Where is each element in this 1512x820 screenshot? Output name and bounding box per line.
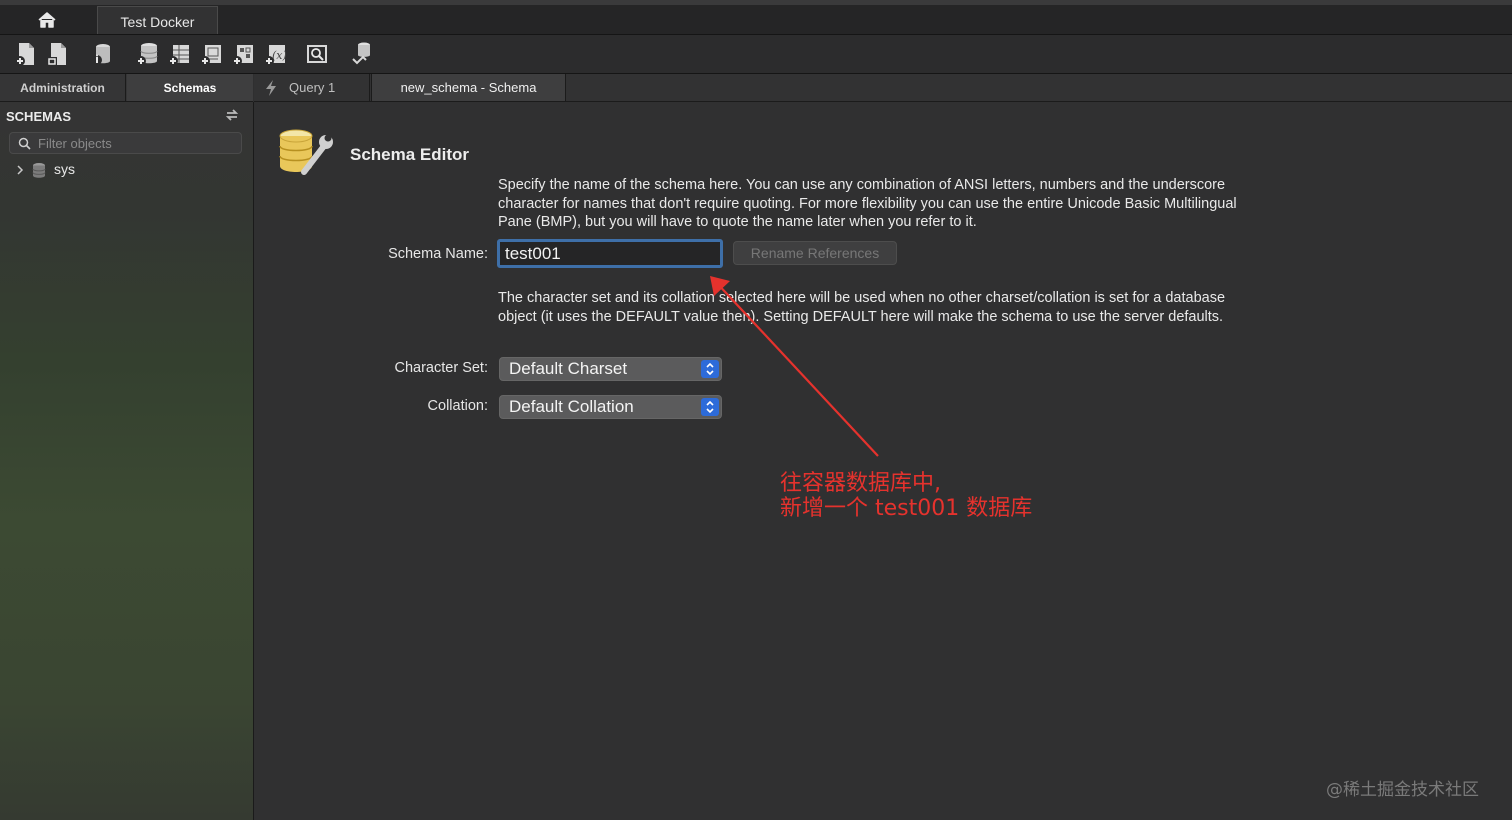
title-strip (0, 0, 1512, 5)
new-sql-tab-icon (15, 43, 34, 66)
tab-schema-label: new_schema - Schema (400, 80, 537, 95)
chevron-right-icon[interactable] (14, 163, 26, 177)
svg-text:(x): (x) (272, 49, 287, 62)
tab-schemas-label: Schemas (163, 81, 217, 95)
rename-references-button[interactable]: Rename References (733, 241, 897, 265)
create-function-button[interactable]: (x) (261, 39, 289, 69)
search-table-data-button[interactable] (303, 39, 331, 69)
annotation-line-1: 往容器数据库中, (780, 471, 941, 496)
tab-administration-label: Administration (20, 81, 105, 95)
character-set-value: Default Charset (509, 359, 628, 378)
home-button[interactable] (30, 8, 64, 32)
collation-select[interactable]: Default Collation (499, 395, 722, 419)
create-table-button[interactable] (165, 39, 193, 69)
open-sql-script-icon (47, 43, 66, 65)
connection-tab[interactable]: Test Docker (97, 6, 218, 34)
create-procedure-icon (232, 45, 253, 66)
create-procedure-button[interactable] (229, 39, 257, 69)
collation-value: Default Collation (509, 397, 634, 416)
schema-inspector-button[interactable] (88, 39, 116, 69)
search-icon (18, 137, 31, 150)
filter-box (9, 132, 242, 154)
schemas-sidebar: SCHEMAS sys (0, 102, 254, 820)
create-view-button[interactable] (197, 39, 225, 69)
page-title: Schema Editor (350, 145, 470, 164)
create-view-icon (200, 45, 221, 66)
open-sql-script-button[interactable] (44, 39, 72, 69)
schema-inspector-icon (92, 44, 110, 65)
refresh-icon (225, 109, 239, 121)
tab-new-schema[interactable]: new_schema - Schema (371, 74, 566, 101)
create-function-icon: (x) (264, 45, 287, 66)
lightning-icon (266, 80, 276, 96)
character-set-label: Character Set: (394, 360, 489, 376)
new-sql-tab-button[interactable] (12, 39, 40, 69)
schemas-header: SCHEMAS (6, 109, 72, 124)
tree-item-label: sys (54, 161, 75, 177)
character-set-select[interactable]: Default Charset (499, 357, 722, 381)
connection-tab-label: Test Docker (120, 14, 195, 30)
collation-label: Collation: (427, 398, 488, 414)
create-table-icon (168, 45, 189, 66)
database-icon (32, 163, 46, 178)
reconnect-button[interactable] (348, 39, 376, 69)
connection-tab-bar: Test Docker (0, 0, 1512, 35)
filter-objects-input[interactable] (38, 134, 233, 152)
schema-editor-icon (279, 129, 333, 175)
annotation-text: 往容器数据库中, 新增一个 test001 数据库 (780, 471, 1032, 521)
tab-administration[interactable]: Administration (0, 74, 126, 101)
tab-query-label: Query 1 (289, 80, 336, 95)
home-icon (38, 12, 56, 28)
annotation-arrow (710, 276, 879, 457)
reconnect-icon (352, 42, 370, 65)
sidebar-tab-bar: Administration Schemas (0, 74, 253, 102)
schema-name-label: Schema Name: (388, 246, 488, 262)
tab-schemas[interactable]: Schemas (127, 74, 253, 101)
create-schema-button[interactable] (133, 39, 161, 69)
watermark: @稀土掘金技术社区 (1326, 780, 1479, 800)
schema-name-description: Specify the name of the schema here. You… (498, 177, 1237, 231)
schema-name-input[interactable] (497, 239, 723, 268)
editor-tab-bar: Query 1 new_schema - Schema (254, 74, 1512, 102)
refresh-schemas-button[interactable] (224, 108, 240, 122)
main-toolbar: (x) (0, 35, 1512, 74)
create-schema-icon (136, 43, 158, 66)
tree-item-sys[interactable]: sys (14, 160, 244, 180)
annotation-line-2: 新增一个 test001 数据库 (780, 496, 1033, 521)
search-table-data-icon (307, 45, 327, 63)
tab-query-1[interactable]: Query 1 (254, 74, 370, 101)
